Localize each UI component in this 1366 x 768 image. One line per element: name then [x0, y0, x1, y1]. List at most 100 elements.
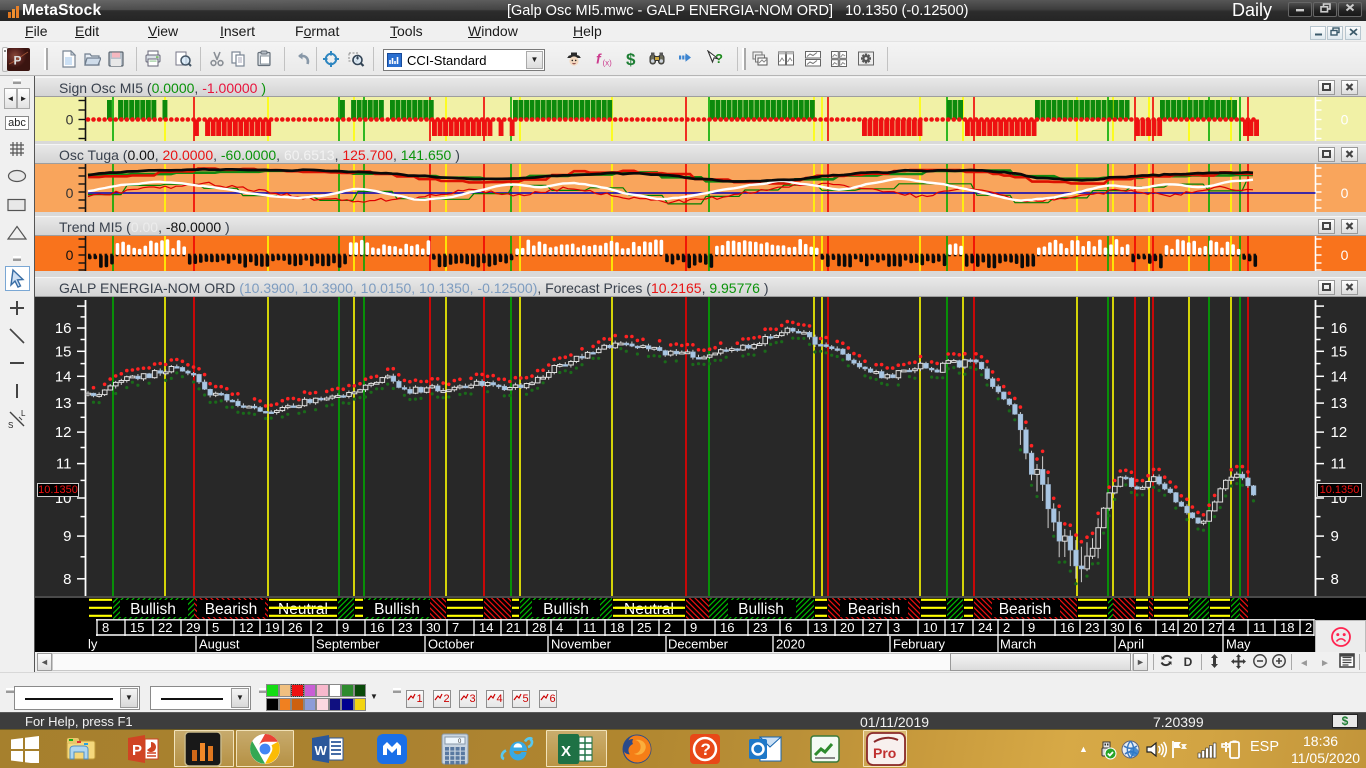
svg-text:20: 20 [1183, 620, 1197, 635]
svg-text:March: March [1000, 637, 1036, 652]
svg-text:Neutral: Neutral [278, 601, 328, 618]
svg-text:23: 23 [753, 620, 767, 635]
svg-text:16: 16 [1060, 620, 1074, 635]
svg-text:2020: 2020 [776, 637, 805, 652]
svg-text:4: 4 [556, 620, 563, 635]
svg-text:30: 30 [426, 620, 440, 635]
svg-text:September: September [316, 637, 380, 652]
svg-text:12: 12 [239, 620, 253, 635]
svg-text:22: 22 [158, 620, 172, 635]
svg-text:February: February [893, 637, 946, 652]
svg-text:12: 12 [1331, 424, 1348, 441]
svg-text:16: 16 [55, 320, 72, 337]
svg-text:16: 16 [370, 620, 384, 635]
svg-text:9: 9 [690, 620, 697, 635]
svg-text:16: 16 [720, 620, 734, 635]
svg-text:0: 0 [1341, 112, 1349, 128]
svg-text:8: 8 [1331, 571, 1339, 588]
svg-text:6: 6 [785, 620, 792, 635]
svg-text:14: 14 [479, 620, 493, 635]
svg-text:20: 20 [840, 620, 854, 635]
svg-text:ly: ly [88, 637, 98, 652]
svg-text:27: 27 [868, 620, 882, 635]
svg-text:25: 25 [637, 620, 651, 635]
svg-text:Bullish: Bullish [543, 601, 589, 618]
svg-text:4: 4 [1228, 620, 1235, 635]
svg-text:13: 13 [1331, 395, 1348, 412]
svg-text:18: 18 [1280, 620, 1294, 635]
svg-text:0: 0 [1341, 247, 1349, 263]
svg-text:11: 11 [583, 620, 597, 635]
svg-text:May: May [1226, 637, 1251, 652]
svg-text:April: April [1118, 637, 1144, 652]
svg-text:18: 18 [610, 620, 624, 635]
svg-text:0: 0 [66, 185, 74, 201]
svg-text:14: 14 [55, 368, 72, 385]
svg-text:?: ? [701, 740, 711, 759]
svg-text:6: 6 [1135, 620, 1142, 635]
svg-text:23: 23 [1085, 620, 1099, 635]
svg-text:2: 2 [316, 620, 323, 635]
svg-text:26: 26 [288, 620, 302, 635]
svg-text:8: 8 [102, 620, 109, 635]
svg-text:30: 30 [1110, 620, 1124, 635]
svg-text:5: 5 [212, 620, 219, 635]
svg-text:3: 3 [893, 620, 900, 635]
svg-text:S: S [8, 421, 13, 430]
svg-text:Pro: Pro [873, 745, 896, 761]
svg-text:November: November [551, 637, 612, 652]
svg-text:Bullish: Bullish [738, 601, 784, 618]
svg-text:11: 11 [1253, 620, 1267, 635]
svg-text:11: 11 [56, 456, 72, 473]
svg-text:Bearish: Bearish [848, 601, 901, 618]
svg-text:28: 28 [532, 620, 546, 635]
svg-text:29: 29 [186, 620, 200, 635]
svg-text:(x): (x) [603, 59, 613, 68]
svg-text:P: P [14, 54, 22, 68]
svg-text:W: W [315, 743, 328, 758]
svg-text:13: 13 [813, 620, 827, 635]
svg-text:19: 19 [265, 620, 279, 635]
svg-text:$: $ [626, 50, 636, 68]
svg-text:August: August [199, 637, 240, 652]
svg-text:13: 13 [55, 395, 72, 412]
svg-text:Neutral: Neutral [624, 601, 674, 618]
svg-text:2: 2 [1003, 620, 1010, 635]
svg-text:?: ? [715, 51, 723, 66]
svg-text:Bearish: Bearish [999, 601, 1052, 618]
svg-text:10: 10 [923, 620, 937, 635]
svg-text:24: 24 [978, 620, 992, 635]
svg-text:2: 2 [1305, 620, 1312, 635]
svg-text:7: 7 [452, 620, 459, 635]
svg-text:8: 8 [63, 571, 71, 588]
svg-text:12: 12 [55, 424, 72, 441]
svg-text:27: 27 [1208, 620, 1222, 635]
svg-text:October: October [428, 637, 475, 652]
svg-text:23: 23 [398, 620, 412, 635]
svg-text:0: 0 [1341, 185, 1349, 201]
svg-text:9: 9 [342, 620, 349, 635]
svg-text:15: 15 [130, 620, 144, 635]
svg-text:Bullish: Bullish [374, 601, 420, 618]
svg-text:Bearish: Bearish [205, 601, 258, 618]
svg-text:P: P [132, 742, 142, 759]
svg-text:15: 15 [55, 343, 72, 360]
svg-text:16: 16 [1331, 320, 1348, 337]
svg-text:0: 0 [66, 112, 74, 128]
svg-text:L: L [21, 409, 26, 418]
svg-text:f: f [596, 51, 602, 67]
svg-text:11: 11 [1331, 456, 1347, 473]
svg-text:December: December [668, 637, 729, 652]
svg-text:9: 9 [63, 528, 71, 545]
svg-text:2: 2 [664, 620, 671, 635]
svg-text:15: 15 [1331, 343, 1348, 360]
svg-text:17: 17 [950, 620, 964, 635]
svg-text:14: 14 [1161, 620, 1175, 635]
svg-text:21: 21 [506, 620, 520, 635]
svg-text:X: X [561, 743, 571, 760]
svg-text:0: 0 [66, 247, 74, 263]
svg-text:9: 9 [1028, 620, 1035, 635]
svg-text:Bullish: Bullish [130, 601, 176, 618]
svg-text:14: 14 [1331, 368, 1348, 385]
svg-text:9: 9 [1331, 528, 1339, 545]
